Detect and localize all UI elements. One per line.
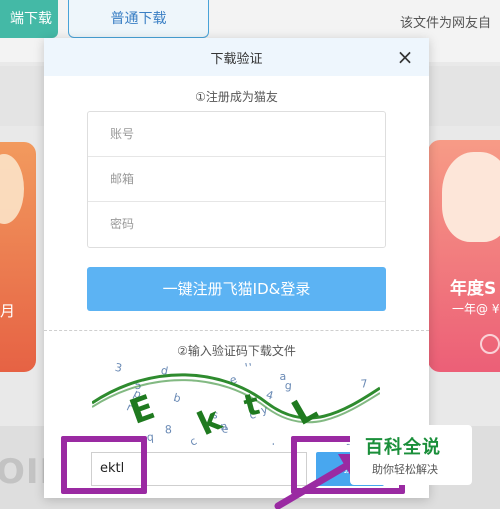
promo-card-right-title: 年度S: [450, 279, 497, 299]
captcha-noise-char: q: [146, 431, 154, 444]
password-field[interactable]: 密码: [88, 202, 385, 247]
promo-card-left[interactable]: [0, 142, 36, 372]
promo-card-left-text: 月: [0, 302, 16, 320]
input-highlight-box: [61, 436, 147, 494]
step1-title: ①注册成为猫友: [195, 90, 278, 104]
client-download-button[interactable]: 端下载: [0, 0, 58, 38]
register-form: 账号 邮箱 密码: [87, 111, 386, 248]
section-divider: [44, 330, 429, 331]
watermark-subtitle: 助你轻松解决: [372, 463, 438, 476]
modal-header: 下载验证 ×: [44, 38, 429, 76]
normal-download-button[interactable]: 普通下载: [68, 0, 209, 38]
cat-mascot-icon: [0, 154, 24, 224]
step2-title: ②输入验证码下载文件: [177, 344, 296, 358]
captcha-noise-char: 8: [165, 423, 172, 436]
captcha-image[interactable]: ecyagrpsqc684537nbxfhdcyer E k t L: [92, 363, 380, 445]
file-notice-text: 该文件为网友自: [400, 16, 492, 31]
watermark-title: 百科全说: [365, 437, 441, 458]
captcha-noise-char: g: [284, 379, 292, 392]
captcha-noise-char: 7: [360, 377, 368, 390]
register-login-button[interactable]: 一键注册飞猫ID&登录: [87, 267, 386, 311]
email-field[interactable]: 邮箱: [88, 157, 385, 202]
check-circle-icon: [480, 334, 500, 354]
account-field[interactable]: 账号: [88, 112, 385, 157]
cat-mascot-icon: [442, 152, 500, 242]
modal-title: 下载验证: [210, 52, 263, 67]
promo-card-right-subtitle: 一年@ ¥: [452, 302, 500, 316]
close-icon[interactable]: ×: [395, 47, 415, 67]
